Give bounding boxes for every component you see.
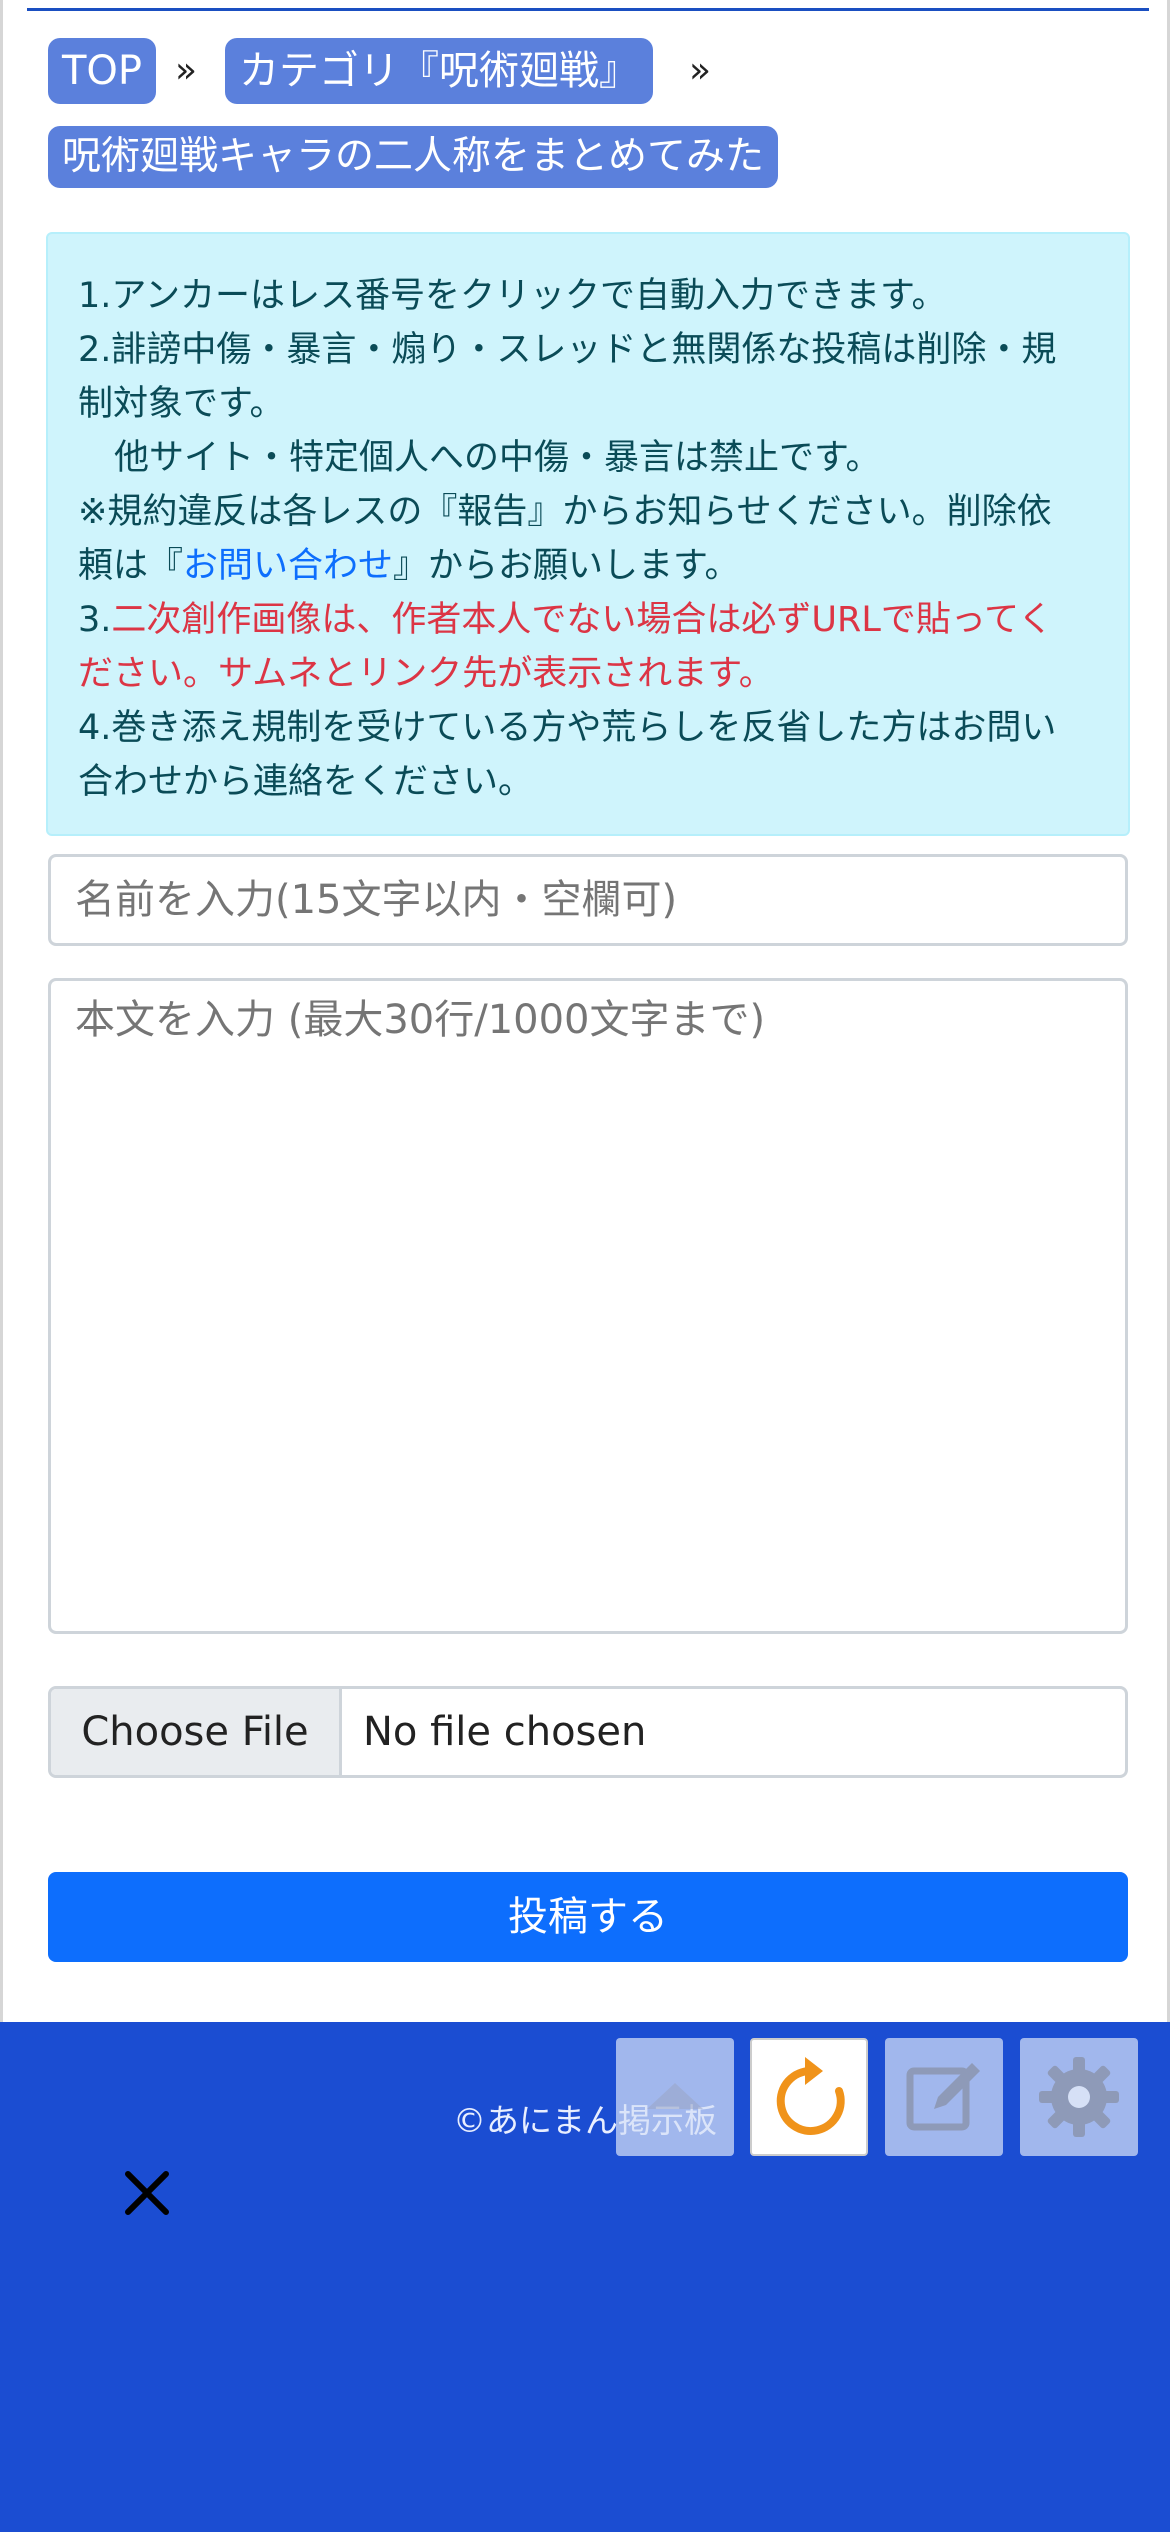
file-input[interactable]: Choose File No file chosen — [48, 1686, 1128, 1778]
breadcrumb-separator: » — [175, 50, 198, 91]
file-status: No file chosen — [363, 1709, 647, 1755]
notice-line: 制対象です。 — [78, 384, 285, 424]
breadcrumb-category-link[interactable]: カテゴリ『呪術廻戦』 — [225, 38, 653, 104]
submit-button[interactable]: 投稿する — [48, 1872, 1128, 1962]
edit-icon — [906, 2063, 980, 2131]
notice-box: 1.アンカーはレス番号をクリックで自動入力できます。 2.誹謗中傷・暴言・煽り・… — [46, 232, 1130, 836]
notice-text: 3. — [78, 600, 112, 640]
notice-text: 』からお願いします。 — [393, 546, 740, 586]
breadcrumb-thread-title[interactable]: 呪術廻戦キャラの二人称をまとめてみた — [48, 126, 779, 188]
scroll-top-icon — [647, 2083, 703, 2109]
notice-line: 2.誹謗中傷・暴言・煽り・スレッドと無関係な投稿は削除・規 — [78, 330, 1057, 370]
notice-line: ※規約違反は各レスの『報告』からお知らせください。削除依 — [78, 492, 1052, 532]
notice-line: 1.アンカーはレス番号をクリックで自動入力できます。 — [78, 276, 947, 316]
scroll-top-button[interactable] — [616, 2038, 734, 2156]
top-divider — [27, 8, 1149, 11]
main-content: TOP » カテゴリ『呪術廻戦』 » 呪術廻戦キャラの二人称をまとめてみた 1.… — [0, 0, 1170, 2022]
notice-line: 頼は『お問い合わせ』からお願いします。 — [78, 539, 1098, 593]
notice-line: 4.巻き添え規制を受けている方や荒らしを反省した方はお問い — [78, 708, 1057, 748]
close-icon[interactable] — [120, 2166, 174, 2220]
notice-warning-text: 二次創作画像は、作者本人でない場合は必ずURLで貼ってく — [111, 600, 1054, 640]
settings-button[interactable] — [1020, 2038, 1138, 2156]
choose-file-button[interactable]: Choose File — [51, 1689, 342, 1775]
notice-line: 合わせから連絡をください。 — [78, 762, 534, 802]
notice-line: 他サイト・特定個人への中傷・暴言は禁止です。 — [114, 438, 881, 478]
notice-line: 3.二次創作画像は、作者本人でない場合は必ずURLで貼ってく — [78, 593, 1098, 647]
settings-icon — [1039, 2057, 1119, 2137]
contact-link[interactable]: お問い合わせ — [183, 546, 393, 586]
name-input[interactable] — [48, 854, 1128, 946]
reload-button[interactable] — [750, 2038, 868, 2156]
edit-button[interactable] — [885, 2038, 1003, 2156]
reload-icon — [776, 2057, 845, 2135]
body-textarea[interactable] — [48, 978, 1128, 1634]
notice-warning-text: ださい。サムネとリンク先が表示されます。 — [78, 654, 774, 694]
notice-text: 頼は『 — [78, 546, 184, 586]
breadcrumb-top-link[interactable]: TOP — [48, 38, 157, 104]
breadcrumb-separator: » — [689, 50, 712, 91]
